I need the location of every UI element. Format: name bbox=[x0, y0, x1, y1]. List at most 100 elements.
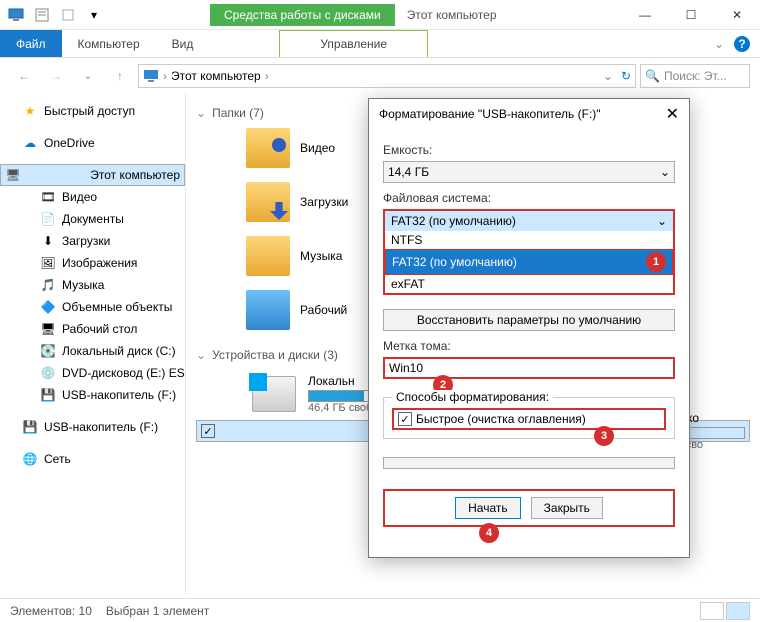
ribbon-context-group: Средства работы с дисками bbox=[210, 4, 395, 26]
minimize-button[interactable]: — bbox=[622, 0, 668, 30]
folder-icon bbox=[246, 290, 290, 330]
tab-computer[interactable]: Компьютер bbox=[62, 30, 156, 57]
sidebar-item-usb[interactable]: 💾USB-накопитель (F:) bbox=[0, 384, 185, 406]
search-icon: 🔍 bbox=[645, 69, 660, 83]
back-button[interactable]: ← bbox=[10, 62, 38, 90]
callout-1: 1 bbox=[646, 252, 666, 272]
desktop-icon: 🖥 bbox=[40, 321, 56, 337]
recent-dropdown[interactable]: ⌄ bbox=[74, 62, 102, 90]
forward-button[interactable]: → bbox=[42, 62, 70, 90]
sidebar-item-downloads[interactable]: ⬇Загрузки bbox=[0, 230, 185, 252]
cancel-button[interactable]: Закрыть bbox=[531, 497, 603, 519]
usb-icon: 💾 bbox=[22, 419, 38, 435]
filesystem-label: Файловая система: bbox=[383, 191, 675, 205]
path-box[interactable]: › Этот компьютер › ⌄ ↻ bbox=[138, 64, 636, 88]
checkbox-icon[interactable]: ✓ bbox=[201, 424, 215, 438]
chevron-down-icon: ⌄ bbox=[660, 165, 670, 179]
cloud-icon: ☁ bbox=[22, 135, 38, 151]
monitor-icon bbox=[143, 68, 159, 84]
folder-icon bbox=[246, 128, 290, 168]
folder-icon bbox=[246, 236, 290, 276]
path-segment[interactable]: Этот компьютер bbox=[171, 69, 261, 83]
chevron-down-icon: ⌄ bbox=[196, 106, 206, 120]
search-box[interactable]: 🔍 Поиск: Эт... bbox=[640, 64, 750, 88]
callout-4: 4 bbox=[479, 523, 499, 543]
sidebar-onedrive[interactable]: ☁OneDrive bbox=[0, 132, 185, 154]
status-item-count: Элементов: 10 bbox=[10, 604, 92, 618]
tab-manage[interactable]: Управление bbox=[279, 30, 428, 57]
methods-legend: Способы форматирования: bbox=[392, 390, 553, 404]
ribbon-collapse-icon[interactable]: ⌄ bbox=[714, 37, 724, 51]
status-bar: Элементов: 10 Выбран 1 элемент bbox=[0, 598, 760, 622]
chevron-right-icon[interactable]: › bbox=[163, 69, 167, 83]
download-icon: ⬇ bbox=[40, 233, 56, 249]
volume-label-label: Метка тома: bbox=[383, 339, 675, 353]
sidebar-item-music[interactable]: 🎵Музыка bbox=[0, 274, 185, 296]
monitor-icon: 🖥 bbox=[5, 167, 21, 183]
drive-icon bbox=[252, 376, 296, 412]
qat-dropdown-icon[interactable] bbox=[56, 4, 80, 26]
folder-icon bbox=[246, 182, 290, 222]
quick-access-toolbar: ▾ bbox=[0, 2, 110, 28]
disc-icon: 💿 bbox=[40, 365, 56, 381]
chevron-right-icon[interactable]: › bbox=[265, 69, 269, 83]
restore-defaults-button[interactable]: Восстановить параметры по умолчанию bbox=[383, 309, 675, 331]
sidebar-usb-root[interactable]: 💾USB-накопитель (F:) bbox=[0, 416, 185, 438]
drive-icon: 💽 bbox=[40, 343, 56, 359]
ribbon: Файл Компьютер Вид Управление ⌄ ? bbox=[0, 30, 760, 58]
progress-bar bbox=[383, 457, 675, 469]
refresh-icon[interactable]: ↻ bbox=[621, 69, 631, 83]
sidebar-item-documents[interactable]: 📄Документы bbox=[0, 208, 185, 230]
fs-option-ntfs[interactable]: NTFS bbox=[385, 231, 673, 249]
filesystem-select[interactable]: FAT32 (по умолчанию)⌄ NTFS FAT32 (по умо… bbox=[383, 209, 675, 295]
titlebar: ▾ Средства работы с дисками Этот компьют… bbox=[0, 0, 760, 30]
navigation-pane: ★Быстрый доступ ☁OneDrive 🖥Этот компьюте… bbox=[0, 94, 186, 594]
fs-option-exfat[interactable]: exFAT bbox=[385, 275, 673, 293]
callout-3: 3 bbox=[594, 426, 614, 446]
image-icon: 🖼 bbox=[40, 255, 56, 271]
fs-option-fat32[interactable]: FAT32 (по умолчанию)1 bbox=[385, 249, 673, 275]
sidebar-item-dvd[interactable]: 💿DVD-дисковод (E:) ESD bbox=[0, 362, 185, 384]
tab-file[interactable]: Файл bbox=[0, 30, 62, 57]
tab-view[interactable]: Вид bbox=[156, 30, 210, 57]
view-details-button[interactable] bbox=[700, 602, 724, 620]
quick-format-checkbox[interactable]: ✓ Быстрое (очистка оглавления) bbox=[392, 408, 666, 430]
sidebar-item-3dobjects[interactable]: 🔷Объемные объекты bbox=[0, 296, 185, 318]
network-icon: 🌐 bbox=[22, 451, 38, 467]
sidebar-item-desktop[interactable]: 🖥Рабочий стол bbox=[0, 318, 185, 340]
properties-icon[interactable] bbox=[30, 4, 54, 26]
window-title: Этот компьютер bbox=[407, 8, 497, 22]
close-button[interactable]: ✕ bbox=[714, 0, 760, 30]
checkbox-icon: ✓ bbox=[398, 412, 412, 426]
sidebar-item-videos[interactable]: 🎞Видео bbox=[0, 186, 185, 208]
up-button[interactable]: ↑ bbox=[106, 62, 134, 90]
dialog-titlebar[interactable]: Форматирование "USB-накопитель (F:)" ✕ bbox=[369, 99, 689, 129]
document-icon: 📄 bbox=[40, 211, 56, 227]
sidebar-quick-access[interactable]: ★Быстрый доступ bbox=[0, 100, 185, 122]
chevron-down-icon: ⌄ bbox=[196, 348, 206, 362]
maximize-button[interactable]: ☐ bbox=[668, 0, 714, 30]
dialog-title: Форматирование "USB-накопитель (F:)" bbox=[379, 107, 601, 121]
format-dialog: Форматирование "USB-накопитель (F:)" ✕ Е… bbox=[368, 98, 690, 558]
cube-icon: 🔷 bbox=[40, 299, 56, 315]
music-icon: 🎵 bbox=[40, 277, 56, 293]
sidebar-this-pc[interactable]: 🖥Этот компьютер bbox=[0, 164, 185, 186]
status-selection: Выбран 1 элемент bbox=[106, 604, 209, 618]
volume-label-input[interactable] bbox=[383, 357, 675, 379]
sidebar-item-pictures[interactable]: 🖼Изображения bbox=[0, 252, 185, 274]
sidebar-item-localdisk[interactable]: 💽Локальный диск (C:) bbox=[0, 340, 185, 362]
search-placeholder: Поиск: Эт... bbox=[664, 69, 727, 83]
film-icon: 🎞 bbox=[40, 189, 56, 205]
sidebar-network[interactable]: 🌐Сеть bbox=[0, 448, 185, 470]
chevron-down-icon: ⌄ bbox=[657, 214, 667, 228]
address-bar: ← → ⌄ ↑ › Этот компьютер › ⌄ ↻ 🔍 Поиск: … bbox=[0, 58, 760, 94]
dialog-button-row: Начать Закрыть bbox=[383, 489, 675, 527]
format-methods-group: Способы форматирования: ✓ Быстрое (очист… bbox=[383, 397, 675, 439]
capacity-select[interactable]: 14,4 ГБ⌄ bbox=[383, 161, 675, 183]
monitor-icon[interactable] bbox=[4, 4, 28, 26]
help-icon[interactable]: ? bbox=[734, 36, 750, 52]
start-button[interactable]: Начать bbox=[455, 497, 521, 519]
close-icon[interactable]: ✕ bbox=[666, 104, 679, 124]
overflow-icon[interactable]: ▾ bbox=[82, 4, 106, 26]
view-tiles-button[interactable] bbox=[726, 602, 750, 620]
